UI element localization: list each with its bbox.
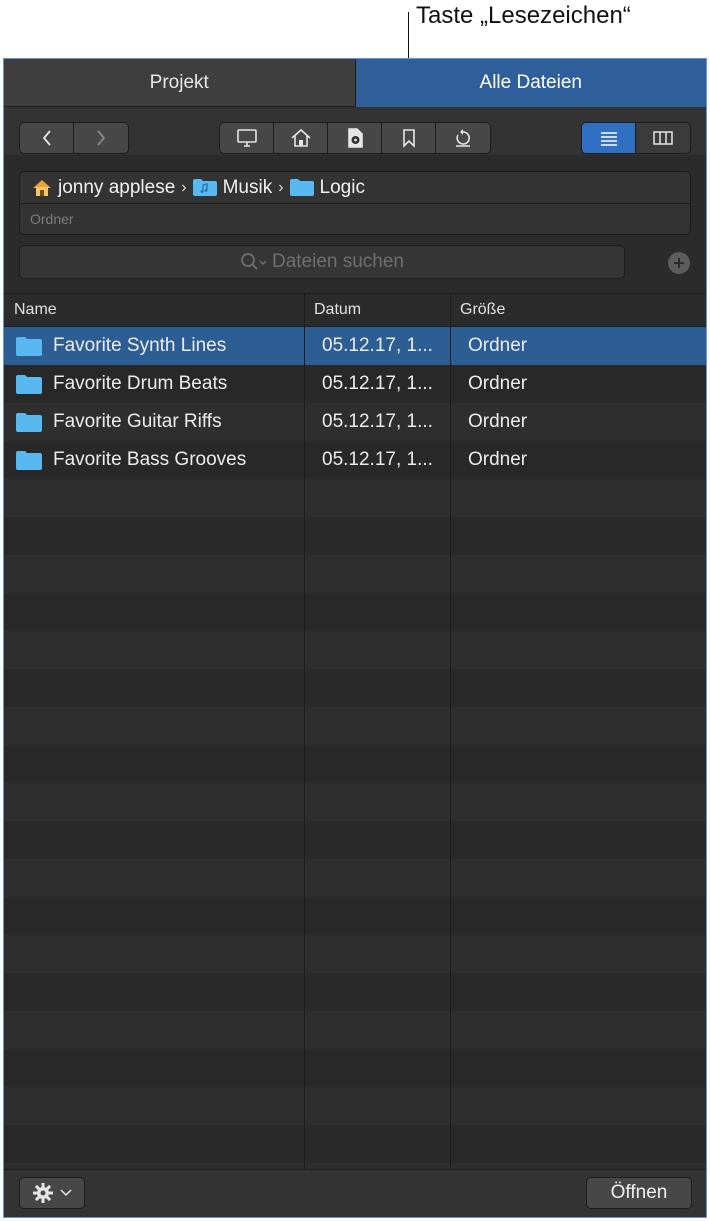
column-view-icon [652, 130, 674, 146]
table-row[interactable]: Favorite Bass Grooves 05.12.17, 1... Ord… [4, 441, 706, 479]
desktop-icon [236, 128, 258, 148]
music-folder-icon [192, 179, 223, 196]
file-date: 05.12.17, 1... [322, 411, 433, 432]
file-name-cell: Favorite Drum Beats [16, 365, 227, 403]
home-button[interactable] [274, 123, 328, 153]
path-bar: jonny applese › Musik › Logic Ordner [19, 171, 691, 235]
file-name-cell: Favorite Guitar Riffs [16, 403, 222, 441]
column-header-name[interactable]: Name [14, 294, 57, 326]
folder-icon [289, 179, 320, 196]
toolbar [4, 107, 706, 155]
home-folder-icon [32, 178, 52, 198]
table-row[interactable]: Favorite Synth Lines 05.12.17, 1... Ordn… [4, 327, 706, 365]
file-size: Ordner [468, 373, 528, 394]
folder-icon [16, 374, 53, 394]
column-view-button[interactable] [636, 123, 690, 153]
drive-icon [346, 128, 364, 148]
breadcrumb-separator: › [278, 178, 284, 196]
tab-alle-dateien[interactable]: Alle Dateien [355, 59, 706, 107]
column-header-datum[interactable]: Datum [314, 294, 361, 326]
tab-bar: Projekt Alle Dateien [4, 59, 706, 107]
tab-projekt[interactable]: Projekt [4, 59, 356, 107]
file-name: Favorite Synth Lines [53, 335, 227, 356]
recent-button[interactable] [436, 123, 490, 153]
folder-icon [16, 336, 53, 356]
breadcrumb-item-logic[interactable]: Logic [289, 176, 365, 199]
breadcrumb-item-home[interactable]: jonny applese [32, 177, 175, 199]
breadcrumb-label: jonny applese [58, 176, 176, 198]
forward-button[interactable] [74, 123, 128, 153]
plus-icon [673, 257, 685, 269]
column-divider[interactable] [450, 293, 451, 1169]
search-field[interactable]: Dateien suchen [19, 245, 625, 279]
table-row[interactable]: Favorite Drum Beats 05.12.17, 1... Ordne… [4, 365, 706, 403]
table-row[interactable]: Favorite Guitar Riffs 05.12.17, 1... Ord… [4, 403, 706, 441]
folder-icon [16, 450, 53, 470]
chevron-right-icon [95, 129, 107, 147]
bookmark-icon [401, 128, 417, 148]
breadcrumb-label: Musik [222, 176, 273, 198]
file-name: Favorite Drum Beats [53, 373, 228, 394]
open-button[interactable]: Öffnen [586, 1177, 692, 1209]
breadcrumb-separator: › [181, 178, 187, 196]
navigation-buttons [19, 122, 129, 154]
file-name-cell: Favorite Bass Grooves [16, 441, 246, 479]
file-size: Ordner [468, 411, 528, 432]
home-icon [290, 128, 312, 148]
file-size: Ordner [468, 335, 528, 356]
file-name-cell: Favorite Synth Lines [16, 327, 226, 365]
view-mode-buttons [581, 122, 691, 154]
search-icon [240, 252, 268, 272]
column-divider[interactable] [304, 293, 305, 1169]
file-size: Ordner [468, 449, 528, 470]
chevron-left-icon [41, 129, 53, 147]
list-view-icon [599, 130, 619, 146]
back-button[interactable] [20, 123, 75, 153]
file-date: 05.12.17, 1... [322, 449, 433, 470]
bookmark-button[interactable] [382, 123, 436, 153]
add-search-criteria-button[interactable] [668, 252, 690, 274]
file-name: Favorite Guitar Riffs [53, 411, 222, 432]
bottom-bar: Öffnen [4, 1169, 706, 1217]
chevron-down-icon [60, 1189, 72, 1197]
drive-button[interactable] [328, 123, 382, 153]
bookmark-callout-label: Taste „Lesezeichen“ [416, 2, 631, 29]
item-kind-label: Ordner [30, 211, 74, 227]
location-buttons [219, 122, 491, 154]
action-menu-button[interactable] [19, 1177, 85, 1209]
search-placeholder: Dateien suchen [271, 251, 405, 272]
file-date: 05.12.17, 1... [322, 335, 433, 356]
breadcrumb: jonny applese › Musik › Logic [20, 172, 690, 204]
folder-icon [16, 412, 53, 432]
list-view-button[interactable] [582, 123, 637, 153]
file-browser-panel: Projekt Alle Dateien jonny applese › Mus… [3, 58, 707, 1218]
table-header: Name Datum Größe [4, 293, 706, 327]
column-header-groesse[interactable]: Größe [460, 294, 505, 326]
breadcrumb-label: Logic [319, 176, 365, 198]
file-date: 05.12.17, 1... [322, 373, 433, 394]
breadcrumb-item-musik[interactable]: Musik [192, 176, 273, 199]
desktop-button[interactable] [220, 123, 274, 153]
file-name: Favorite Bass Grooves [53, 449, 247, 470]
gear-icon [32, 1182, 54, 1204]
recent-icon [453, 128, 473, 148]
